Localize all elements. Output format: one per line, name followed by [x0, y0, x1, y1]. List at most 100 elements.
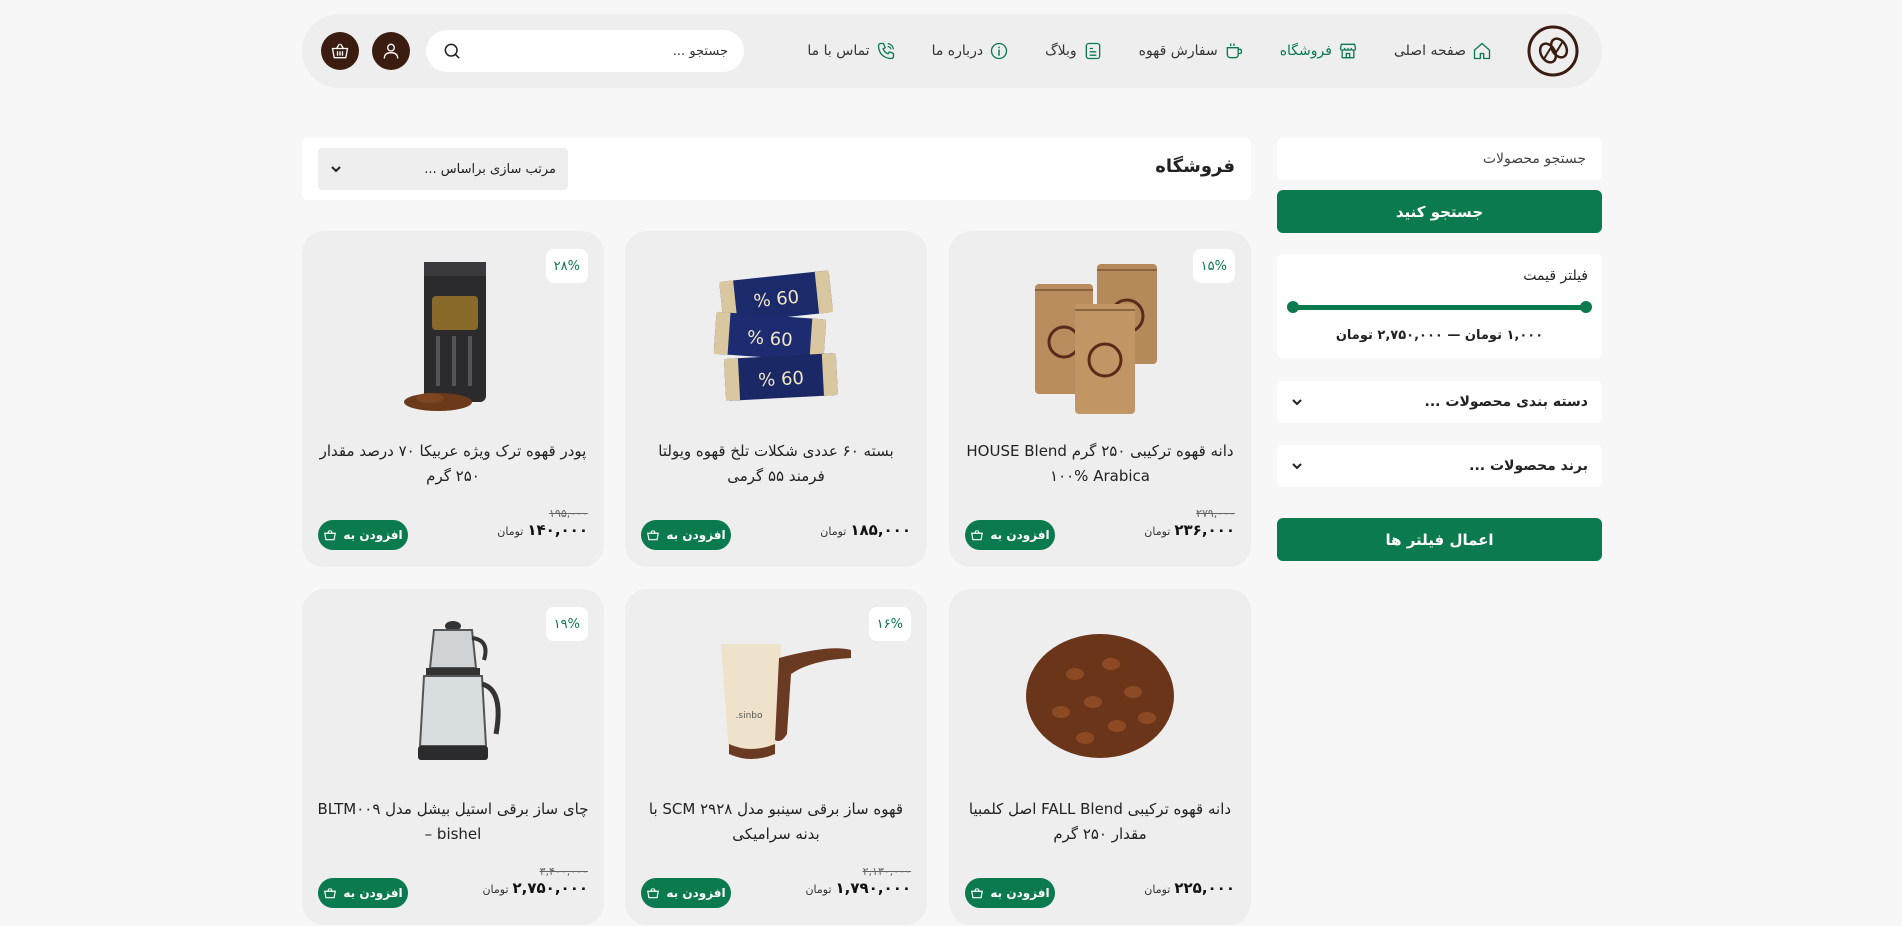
- nav-about-label: درباره ما: [931, 43, 984, 59]
- product-price: ۱,۷۹۰,۰۰۰ تومان: [805, 879, 911, 897]
- user-icon: [383, 43, 399, 59]
- chevron-down-icon: [1292, 399, 1302, 406]
- price-value: ۲,۷۵۰,۰۰۰: [512, 879, 588, 897]
- basket-icon: [324, 888, 337, 899]
- price-slider-max-handle[interactable]: [1580, 301, 1592, 313]
- sort-dropdown[interactable]: مرتب سازی براساس ...: [318, 148, 568, 190]
- add-to-cart-label: افزودن به: [990, 886, 1050, 900]
- nav-about[interactable]: درباره ما: [932, 41, 1009, 61]
- old-price: ۲۷۹,۰۰۰: [1196, 507, 1235, 520]
- product-image[interactable]: 60 % 60 % 60 %: [625, 251, 927, 421]
- product-card[interactable]: sinbo. ۱۶% قهوه ساز برقی سینبو مدل SCM ۲…: [625, 589, 927, 925]
- basket-icon: [971, 888, 984, 899]
- product-price: ۱۸۵,۰۰۰ تومان: [820, 521, 911, 539]
- nav-order-coffee-label: سفارش قهوه: [1138, 43, 1218, 59]
- currency-label: تومان: [482, 883, 509, 896]
- cart-button[interactable]: [321, 32, 359, 70]
- basket-icon: [331, 43, 349, 59]
- search-products-button[interactable]: جستجو کنید: [1277, 190, 1602, 233]
- blog-icon: [1085, 42, 1100, 60]
- nav-order-coffee[interactable]: سفارش قهوه: [1139, 41, 1244, 61]
- old-price: ۱۹۵,۰۰۰: [549, 507, 588, 520]
- chevron-down-icon: [1292, 463, 1302, 470]
- currency-label: تومان: [497, 525, 524, 538]
- product-search-box: [1277, 138, 1602, 180]
- chevron-down-icon: [331, 166, 341, 173]
- add-to-cart-button[interactable]: افزودن به: [641, 878, 731, 908]
- currency-label: تومان: [1144, 525, 1171, 538]
- category-dropdown[interactable]: دسته بندی محصولات ...: [1277, 381, 1602, 423]
- basket-icon: [324, 530, 337, 541]
- apply-filters-button[interactable]: اعمال فیلتر ها: [1277, 518, 1602, 561]
- product-title[interactable]: چای ساز برقی استیل بیشل مدل BLTM۰۰۹ – bi…: [316, 797, 590, 847]
- coffee-maker-image: sinbo.: [721, 644, 851, 759]
- product-card[interactable]: ۱۹% چای ساز برقی استیل بیشل مدل BLTM۰۰۹ …: [302, 589, 604, 925]
- coffee-cup-icon: [1226, 43, 1242, 59]
- product-image[interactable]: [949, 609, 1251, 779]
- coffee-beans-image: [1026, 634, 1174, 758]
- svg-text:60 %: 60 %: [758, 368, 805, 391]
- nav-shop-label: فروشگاه: [1279, 43, 1332, 59]
- add-to-cart-button[interactable]: افزودن به: [965, 520, 1055, 550]
- shop-toolbar: فروشگاه مرتب سازی براساس ...: [302, 138, 1251, 200]
- product-price: ۱۴۰,۰۰۰ تومان: [497, 521, 588, 539]
- add-to-cart-button[interactable]: افزودن به: [965, 878, 1055, 908]
- product-card[interactable]: ۲۸% پودر قهوه ترک ویژه عربیکا ۷۰ درصد مق…: [302, 231, 604, 567]
- turkish-coffee-image: [404, 262, 486, 411]
- header-search: [426, 30, 744, 72]
- svg-text:sinbo.: sinbo.: [736, 711, 763, 721]
- discount-badge: ۲۸%: [545, 249, 588, 283]
- nav-blog-label: وبلاگ: [1045, 43, 1077, 59]
- site-header: صفحه اصلی فروشگاه سفارش قهوه وبلاگ دربار…: [302, 14, 1602, 88]
- discount-badge: ۱۶%: [868, 607, 911, 641]
- add-to-cart-label: افزودن به: [343, 528, 403, 542]
- search-icon[interactable]: [442, 41, 462, 61]
- product-search-input[interactable]: [1293, 151, 1586, 167]
- product-title[interactable]: دانه قهوه ترکیبی FALL Blend اصل کلمبیا م…: [963, 797, 1237, 847]
- brand-dropdown[interactable]: برند محصولات ...: [1277, 445, 1602, 487]
- nav-contact[interactable]: تماس با ما: [807, 41, 895, 61]
- nav-shop[interactable]: فروشگاه: [1280, 41, 1358, 61]
- product-title[interactable]: بسته ۶۰ عددی شکلات تلخ قهوه ویولتا فرمند…: [639, 439, 913, 489]
- add-to-cart-label: افزودن به: [666, 528, 726, 542]
- discount-badge: ۱۹%: [545, 607, 588, 641]
- coffee-logo-icon: [1527, 25, 1579, 77]
- product-title[interactable]: دانه قهوه ترکیبی ۲۵۰ گرم HOUSE Blend ۱۰۰…: [963, 439, 1237, 489]
- account-button[interactable]: [372, 32, 410, 70]
- category-dropdown-label: دسته بندی محصولات ...: [1424, 394, 1588, 410]
- coffee-bags-image: [1035, 264, 1157, 414]
- product-title[interactable]: پودر قهوه ترک ویژه عربیکا ۷۰ درصد مقدار …: [316, 439, 590, 489]
- nav-home[interactable]: صفحه اصلی: [1394, 41, 1492, 61]
- product-price: ۲۳۶,۰۰۰ تومان: [1144, 521, 1235, 539]
- add-to-cart-label: افزودن به: [666, 886, 726, 900]
- nav-blog[interactable]: وبلاگ: [1045, 41, 1103, 61]
- price-value: ۲۳۶,۰۰۰: [1174, 521, 1235, 539]
- svg-text:60 %: 60 %: [746, 327, 793, 351]
- product-card[interactable]: دانه قهوه ترکیبی FALL Blend اصل کلمبیا م…: [949, 589, 1251, 925]
- price-value: ۱۴۰,۰۰۰: [527, 521, 588, 539]
- product-title[interactable]: قهوه ساز برقی سینبو مدل SCM ۲۹۲۸ با بدنه…: [639, 797, 913, 847]
- nav-home-label: صفحه اصلی: [1393, 43, 1466, 59]
- price-slider-min-handle[interactable]: [1287, 301, 1299, 313]
- main-nav: صفحه اصلی فروشگاه سفارش قهوه وبلاگ دربار…: [807, 14, 1492, 88]
- product-card[interactable]: 60 % 60 % 60 % بسته ۶۰ عددی شکلات تلخ قه…: [625, 231, 927, 567]
- add-to-cart-button[interactable]: افزودن به: [318, 878, 408, 908]
- price-slider-track[interactable]: [1291, 305, 1588, 310]
- logo[interactable]: [1526, 24, 1580, 78]
- add-to-cart-button[interactable]: افزودن به: [641, 520, 731, 550]
- chocolate-image: 60 % 60 % 60 %: [713, 270, 838, 401]
- price-filter-title: فیلتر قیمت: [1523, 268, 1588, 284]
- add-to-cart-button[interactable]: افزودن به: [318, 520, 408, 550]
- tea-maker-image: [418, 621, 501, 760]
- header-search-input[interactable]: [462, 43, 728, 59]
- home-icon: [1473, 42, 1491, 60]
- brand-dropdown-label: برند محصولات ...: [1469, 458, 1588, 474]
- product-card[interactable]: ۱۵% دانه قهوه ترکیبی ۲۵۰ گرم HOUSE Blend…: [949, 231, 1251, 567]
- product-price: ۲,۷۵۰,۰۰۰ تومان: [482, 879, 588, 897]
- price-value: ۲۲۵,۰۰۰: [1174, 879, 1235, 897]
- sort-dropdown-label: مرتب سازی براساس ...: [424, 161, 556, 177]
- old-price: ۲,۱۳۰,۰۰۰: [862, 865, 911, 878]
- info-icon: [990, 42, 1008, 60]
- price-range-text: ۱,۰۰۰ تومان — ۲,۷۵۰,۰۰۰ تومان: [1335, 328, 1544, 343]
- price-value: ۱,۷۹۰,۰۰۰: [835, 879, 911, 897]
